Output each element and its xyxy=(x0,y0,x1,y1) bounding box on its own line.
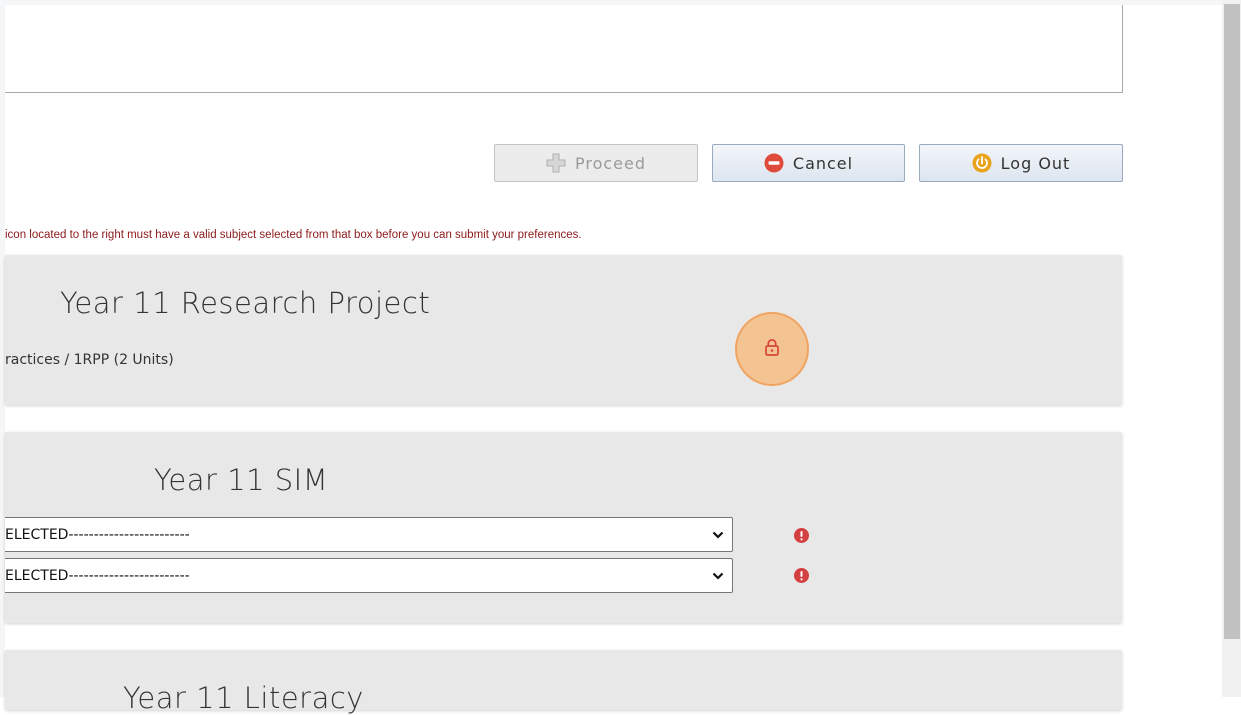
sim-select-2-value: ELECTED------------------------ xyxy=(5,567,190,584)
sim-select-1[interactable]: ELECTED------------------------ xyxy=(5,517,733,552)
exclamation-circle-icon xyxy=(794,568,809,583)
proceed-button[interactable]: Proceed xyxy=(494,144,698,182)
sim-select-2[interactable]: ELECTED------------------------ xyxy=(5,558,733,593)
chevron-down-icon xyxy=(712,531,724,539)
research-project-subject: ractices / 1RPP (2 Units) xyxy=(5,352,174,368)
chevron-down-icon xyxy=(712,572,724,580)
research-project-card: Year 11 Research Project ractices / 1RPP… xyxy=(5,255,1122,405)
cancel-label: Cancel xyxy=(792,153,854,173)
sim-title: Year 11 SIM xyxy=(154,463,329,497)
log-out-label: Log Out xyxy=(1000,153,1071,173)
proceed-label: Proceed xyxy=(574,153,647,173)
literacy-card: Year 11 Literacy xyxy=(5,650,1122,715)
scrollbar-thumb[interactable] xyxy=(1224,4,1240,639)
no-entry-icon xyxy=(764,153,784,173)
research-project-title: Year 11 Research Project xyxy=(60,286,431,320)
power-icon xyxy=(972,153,992,173)
sim-select-1-value: ELECTED------------------------ xyxy=(5,526,190,543)
log-out-button[interactable]: Log Out xyxy=(919,144,1123,182)
lock-icon xyxy=(764,338,780,361)
lock-status-button[interactable] xyxy=(735,312,809,386)
validation-notice: icon located to the right must have a va… xyxy=(5,229,582,241)
plus-icon xyxy=(546,153,566,173)
literacy-title: Year 11 Literacy xyxy=(123,681,364,715)
exclamation-circle-icon xyxy=(794,528,809,543)
comments-textarea[interactable] xyxy=(5,5,1123,93)
cancel-button[interactable]: Cancel xyxy=(712,144,905,182)
